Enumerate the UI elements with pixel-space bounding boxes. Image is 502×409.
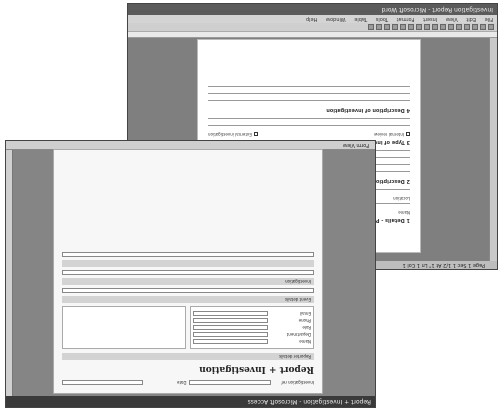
menu-table[interactable]: Table xyxy=(354,16,367,22)
reporter-panel: Name Department Role Phone Email xyxy=(190,306,314,349)
menu-help[interactable]: Help xyxy=(306,16,317,22)
option-a-label: Internal review xyxy=(374,132,404,137)
italic-icon[interactable] xyxy=(384,24,390,30)
doc-section-4: 4 Description of investigation xyxy=(326,107,410,113)
header-label-date: Date xyxy=(176,380,187,385)
field-label: Role xyxy=(302,325,311,330)
menu-edit[interactable]: Edit xyxy=(466,16,476,22)
toolbar xyxy=(128,23,497,32)
copy-icon[interactable] xyxy=(432,24,438,30)
field-label: Phone xyxy=(298,318,311,323)
detail-panels: Name Department Role Phone Email xyxy=(62,306,314,349)
open-icon[interactable] xyxy=(480,24,486,30)
section-header: Reporter details xyxy=(62,353,314,360)
field-label: Department xyxy=(286,332,311,337)
underline-icon[interactable] xyxy=(376,24,382,30)
phone-input[interactable] xyxy=(193,318,268,323)
name-input[interactable] xyxy=(193,339,268,344)
event-input[interactable] xyxy=(62,288,314,293)
table-icon[interactable] xyxy=(400,24,406,30)
date-input[interactable] xyxy=(62,380,144,385)
ruler[interactable] xyxy=(128,32,497,38)
menu-view[interactable]: View xyxy=(446,16,458,22)
form-title: Report + Investigation xyxy=(199,364,314,374)
option-b-label: External investigation xyxy=(208,132,252,137)
form-page: Investigation ref Date Report + Investig… xyxy=(53,149,323,394)
header-field: Investigation ref Date xyxy=(62,380,314,385)
fill-line xyxy=(208,93,410,98)
preview-icon[interactable] xyxy=(456,24,462,30)
print-icon[interactable] xyxy=(464,24,470,30)
undo-icon[interactable] xyxy=(416,24,422,30)
ref-input[interactable] xyxy=(189,380,271,385)
role-input[interactable] xyxy=(193,325,268,330)
spell-icon[interactable] xyxy=(448,24,454,30)
menu-tools[interactable]: Tools xyxy=(376,16,388,22)
section-header xyxy=(62,260,314,267)
notes-panel[interactable] xyxy=(62,306,186,349)
fill-line xyxy=(208,86,410,91)
new-icon[interactable] xyxy=(488,24,494,30)
menu-insert[interactable]: Insert xyxy=(423,16,437,22)
save-icon[interactable] xyxy=(472,24,478,30)
fill-line xyxy=(208,125,410,130)
redo-icon[interactable] xyxy=(408,24,414,30)
option-a: Internal review xyxy=(374,132,410,137)
menu-file[interactable]: File xyxy=(485,16,493,22)
checkbox-icon[interactable] xyxy=(406,132,410,136)
cut-icon[interactable] xyxy=(440,24,446,30)
bold-icon[interactable] xyxy=(392,24,398,30)
label-location: Location xyxy=(393,196,410,201)
header-label: Investigation ref xyxy=(281,380,314,385)
fill-line xyxy=(208,100,410,105)
checkbox-icon[interactable] xyxy=(253,132,258,136)
section-header: Event details xyxy=(62,296,314,303)
section-header: Investigation xyxy=(62,278,314,285)
option-b: External investigation xyxy=(208,132,258,137)
extra-input[interactable] xyxy=(62,252,314,257)
department-input[interactable] xyxy=(193,332,268,337)
field-label: Email xyxy=(299,311,311,316)
menu-window[interactable]: Window xyxy=(326,16,346,22)
window-title: Report + Investigation - Microsoft Acces… xyxy=(6,396,375,407)
fill-line xyxy=(208,118,410,123)
align-icon[interactable] xyxy=(368,24,374,30)
access-window: Report + Investigation - Microsoft Acces… xyxy=(5,140,376,408)
vertical-scrollbar[interactable] xyxy=(6,141,13,396)
paste-icon[interactable] xyxy=(424,24,430,30)
field-label: Name xyxy=(299,339,311,344)
window-title: Investigation Report - Microsoft Word xyxy=(128,4,497,15)
menu-format[interactable]: Format xyxy=(397,16,415,22)
email-input[interactable] xyxy=(193,311,268,316)
vertical-scrollbar[interactable] xyxy=(489,38,497,269)
investigation-input[interactable] xyxy=(62,270,314,275)
label-name: Name xyxy=(398,210,410,215)
menu-bar: File Edit View Insert Format Tools Table… xyxy=(128,15,497,23)
